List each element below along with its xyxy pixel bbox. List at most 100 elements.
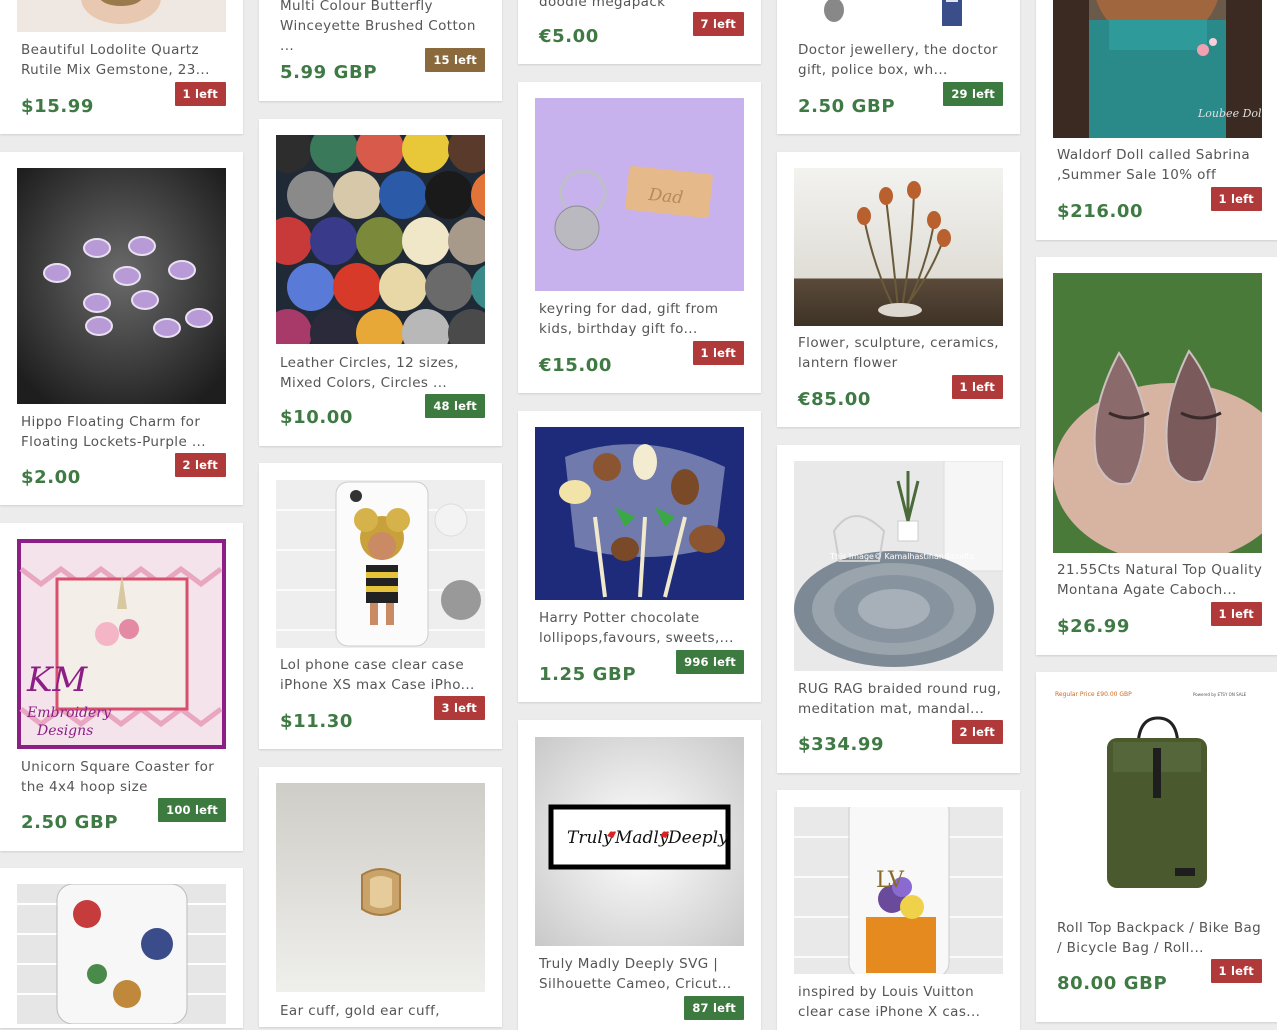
- stock-badge: 87 left: [684, 996, 744, 1020]
- product-card[interactable]: Loubee Doll Waldorf Doll called Sabrina …: [1036, 0, 1277, 240]
- stock-badge: 7 left: [692, 12, 744, 36]
- product-card[interactable]: Regular Price £90.00 GBP Powered by ETSY…: [1036, 672, 1277, 1022]
- product-title[interactable]: Roll Top Backpack / Bike Bag / Bicycle B…: [1057, 918, 1267, 958]
- svg-text:Loubee Doll: Loubee Doll: [1197, 107, 1262, 120]
- product-title[interactable]: Waldorf Doll called Sabrina ,Summer Sale…: [1057, 145, 1267, 185]
- product-price: $26.99: [1057, 616, 1131, 637]
- svg-text:Regular Price £90.00 GBP: Regular Price £90.00 GBP: [1055, 691, 1132, 698]
- leather-circle: [287, 263, 335, 311]
- stock-badge: 48 left: [425, 394, 485, 418]
- svg-text:Embroidery: Embroidery: [26, 705, 112, 721]
- product-image[interactable]: KM Embroidery Designs: [17, 539, 226, 749]
- stock-badge: 1 left: [692, 341, 744, 365]
- stock-badge: 100 left: [158, 798, 226, 822]
- product-image[interactable]: [17, 168, 226, 404]
- product-price: $15.99: [21, 96, 95, 117]
- svg-text:Deeply: Deeply: [667, 828, 728, 848]
- product-price: €15.00: [539, 355, 613, 376]
- product-card[interactable]: Hippo Floating Charm for Floating Locket…: [0, 152, 243, 505]
- stock-badge: 3 left: [433, 696, 485, 720]
- svg-text:Truly: Truly: [567, 828, 613, 848]
- leather-circle: [310, 217, 358, 265]
- product-title[interactable]: Ear cuff, gold ear cuff,: [280, 1001, 490, 1021]
- product-card[interactable]: Ear cuff, gold ear cuff,: [259, 767, 502, 1027]
- product-price: 2.50 GBP: [21, 812, 119, 833]
- product-image[interactable]: [17, 884, 226, 1024]
- stock-badge: 15 left: [425, 48, 485, 72]
- product-price: 2.50 GBP: [798, 96, 896, 117]
- product-card[interactable]: Truly Madly Deeply Truly Madly Deeply SV…: [518, 720, 761, 1030]
- leather-circle: [425, 171, 473, 219]
- product-image[interactable]: Regular Price £90.00 GBP Powered by ETSY…: [1053, 688, 1262, 897]
- product-price: €5.00: [539, 26, 599, 47]
- product-card[interactable]: LV inspired by Louis Vuitton clear case …: [777, 790, 1020, 1030]
- product-card[interactable]: This Image© Kamalhastihandicrafts RUG RA…: [777, 445, 1020, 773]
- product-image[interactable]: Dad: [535, 98, 744, 291]
- product-title[interactable]: 21.55Cts Natural Top Quality Montana Aga…: [1057, 560, 1267, 600]
- stock-badge: 1 left: [174, 82, 226, 106]
- product-image[interactable]: [17, 0, 226, 32]
- product-card[interactable]: [0, 868, 243, 1028]
- product-card[interactable]: Lol phone case clear case iPhone XS max …: [259, 463, 502, 749]
- product-card[interactable]: Dad keyring for dad, gift from kids, bir…: [518, 82, 761, 393]
- product-image[interactable]: Loubee Doll: [1053, 0, 1262, 138]
- stock-badge: 996 left: [676, 650, 744, 674]
- product-image[interactable]: This Image© Kamalhastihandicrafts: [794, 461, 1003, 671]
- product-title[interactable]: inspired by Louis Vuitton clear case iPh…: [798, 982, 1008, 1022]
- product-card[interactable]: 21.55Cts Natural Top Quality Montana Aga…: [1036, 257, 1277, 655]
- product-title[interactable]: Beautiful Lodolite Quartz Rutile Mix Gem…: [21, 40, 231, 80]
- product-title[interactable]: Lol phone case clear case iPhone XS max …: [280, 655, 490, 695]
- product-title[interactable]: RUG RAG braided round rug, meditation ma…: [798, 679, 1008, 719]
- product-image[interactable]: [276, 135, 485, 344]
- stock-badge: 29 left: [943, 82, 1003, 106]
- product-title[interactable]: Harry Potter chocolate lollipops,favours…: [539, 608, 749, 648]
- product-price: 80.00 GBP: [1057, 973, 1168, 994]
- product-title[interactable]: Hippo Floating Charm for Floating Locket…: [21, 412, 231, 452]
- product-title[interactable]: Unicorn Square Coaster for the 4x4 hoop …: [21, 757, 231, 797]
- product-image[interactable]: [794, 168, 1003, 326]
- product-price: 5.99 GBP: [280, 62, 378, 83]
- product-price: $2.00: [21, 467, 81, 488]
- product-image[interactable]: [276, 783, 485, 992]
- stock-badge: 1 left: [1210, 602, 1262, 626]
- svg-text:Madly: Madly: [614, 828, 669, 848]
- product-card[interactable]: Flower, sculpture, ceramics, lantern flo…: [777, 152, 1020, 427]
- product-title[interactable]: doodle megapack: [539, 0, 749, 12]
- stock-badge: 1 left: [1210, 187, 1262, 211]
- product-image[interactable]: [794, 0, 1003, 30]
- svg-text:Dad: Dad: [647, 185, 685, 209]
- product-card[interactable]: Leather Circles, 12 sizes, Mixed Colors,…: [259, 119, 502, 446]
- leather-circle: [379, 171, 427, 219]
- product-title[interactable]: Leather Circles, 12 sizes, Mixed Colors,…: [280, 353, 490, 393]
- leather-circle: [379, 263, 427, 311]
- product-price: 1.25 GBP: [539, 664, 637, 685]
- product-image[interactable]: [276, 480, 485, 648]
- product-image[interactable]: Truly Madly Deeply: [535, 737, 744, 946]
- stock-badge: 2 left: [174, 453, 226, 477]
- product-card[interactable]: Multi Colour Butterfly Winceyette Brushe…: [259, 0, 502, 101]
- product-card[interactable]: doodle megapack €5.00 7 left: [518, 0, 761, 64]
- stock-badge: 1 left: [1210, 959, 1262, 983]
- stock-badge: 2 left: [951, 720, 1003, 744]
- product-image[interactable]: [535, 427, 744, 600]
- leather-circle: [333, 263, 381, 311]
- leather-circle: [402, 217, 450, 265]
- product-image[interactable]: [1053, 273, 1262, 553]
- product-image[interactable]: LV: [794, 807, 1003, 974]
- product-card[interactable]: KM Embroidery Designs Unicorn Square Coa…: [0, 523, 243, 851]
- product-title[interactable]: keyring for dad, gift from kids, birthda…: [539, 299, 749, 339]
- svg-text:Designs: Designs: [36, 723, 93, 739]
- product-title[interactable]: Truly Madly Deeply SVG | Silhouette Came…: [539, 954, 749, 994]
- product-card[interactable]: Beautiful Lodolite Quartz Rutile Mix Gem…: [0, 0, 243, 134]
- stock-badge: 1 left: [951, 375, 1003, 399]
- product-price: $10.00: [280, 407, 354, 428]
- leather-circle: [356, 217, 404, 265]
- leather-circle: [425, 263, 473, 311]
- svg-text:This Image© Kamalhastihandicra: This Image© Kamalhastihandicrafts: [829, 552, 974, 561]
- product-title[interactable]: Flower, sculpture, ceramics, lantern flo…: [798, 333, 1008, 373]
- product-card[interactable]: Doctor jewellery, the doctor gift, polic…: [777, 0, 1020, 134]
- product-title[interactable]: Doctor jewellery, the doctor gift, polic…: [798, 40, 1008, 80]
- product-card[interactable]: Harry Potter chocolate lollipops,favours…: [518, 411, 761, 702]
- product-price: €85.00: [798, 389, 872, 410]
- logo-text: KM: [26, 660, 88, 700]
